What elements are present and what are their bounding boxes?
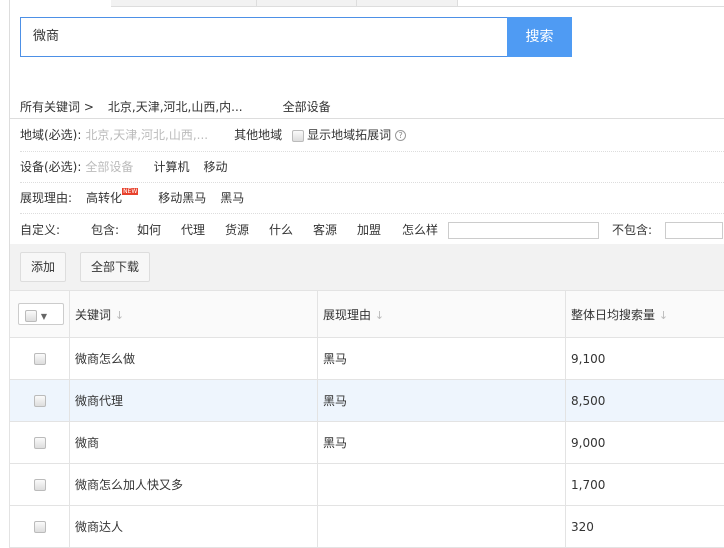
- col-keyword[interactable]: 关键词 ↓: [70, 291, 318, 338]
- filter-label: 设备(必选):: [20, 160, 81, 174]
- divider: [20, 151, 724, 152]
- include-label: 包含:: [91, 220, 119, 240]
- filter-reason: 展现理由: 高转化NEW 移动黑马黑马: [20, 188, 258, 208]
- filter-label: 自定义:: [20, 220, 60, 240]
- add-button[interactable]: 添加: [20, 252, 66, 282]
- breadcrumb: 所有关键词 > 北京,天津,河北,山西,内... 全部设备: [20, 97, 345, 117]
- volume-cell: 1,700: [566, 464, 724, 506]
- expand-region-label: 显示地域拓展词: [307, 128, 391, 142]
- volume-cell: 8,500: [566, 380, 724, 422]
- keyword-table: ▼ 关键词 ↓ 展现理由 ↓ 整体日均搜索量 ↓ 微商怎么做黑马9,100 微商…: [9, 290, 724, 548]
- tab-2[interactable]: [257, 0, 357, 6]
- breadcrumb-device[interactable]: 全部设备: [283, 100, 331, 114]
- reason-cell: 黑马: [318, 338, 566, 380]
- table-row[interactable]: 微商怎么做黑马9,100: [10, 338, 724, 380]
- exclude-label: 不包含:: [612, 220, 652, 240]
- exclude-input[interactable]: [665, 222, 723, 239]
- volume-cell: 9,000: [566, 422, 724, 464]
- device-computer[interactable]: 计算机: [153, 160, 189, 174]
- include-input[interactable]: [448, 222, 599, 239]
- reason-cell: 黑马: [318, 422, 566, 464]
- word-chip[interactable]: 加盟: [357, 220, 381, 240]
- header-label: 整体日均搜索量: [571, 308, 655, 322]
- word-chip[interactable]: 怎么样: [402, 220, 438, 240]
- filter-label: 展现理由:: [20, 191, 72, 205]
- row-checkbox[interactable]: [34, 353, 46, 365]
- keyword-cell: 微商代理: [70, 380, 318, 422]
- row-checkbox[interactable]: [34, 437, 46, 449]
- row-checkbox[interactable]: [34, 521, 46, 533]
- table-row[interactable]: 微商代理黑马8,500: [10, 380, 724, 422]
- reason-cell: 黑马: [318, 380, 566, 422]
- checkbox[interactable]: [25, 310, 37, 322]
- col-volume[interactable]: 整体日均搜索量 ↓: [566, 291, 724, 338]
- search-button[interactable]: 搜索: [507, 17, 572, 57]
- tab-bar: [111, 0, 724, 7]
- table-header: ▼ 关键词 ↓ 展现理由 ↓ 整体日均搜索量 ↓: [10, 291, 724, 338]
- word-chip[interactable]: 货源: [225, 220, 249, 240]
- filter-custom: 自定义: 包含: 如何 代理 货源 什么 客源 加盟 怎么样 不包含:: [0, 220, 724, 240]
- table-row[interactable]: 微商怎么加人快又多 1,700: [10, 464, 724, 506]
- reason-high-conversion[interactable]: 高转化NEW: [86, 191, 138, 205]
- word-chip[interactable]: 客源: [313, 220, 337, 240]
- select-all[interactable]: ▼: [10, 291, 70, 338]
- expand-region-checkbox[interactable]: [292, 130, 304, 142]
- help-icon[interactable]: ?: [395, 130, 406, 141]
- col-reason[interactable]: 展现理由 ↓: [318, 291, 566, 338]
- keyword-cell: 微商怎么加人快又多: [70, 464, 318, 506]
- download-all-button[interactable]: 全部下载: [80, 252, 150, 282]
- word-chip[interactable]: 代理: [181, 220, 205, 240]
- divider: [20, 182, 724, 183]
- row-checkbox[interactable]: [34, 479, 46, 491]
- divider: [10, 118, 724, 119]
- region-selected[interactable]: 北京,天津,河北,山西,...: [85, 128, 208, 142]
- other-region[interactable]: 其他地域: [234, 128, 282, 142]
- device-all[interactable]: 全部设备: [85, 160, 133, 174]
- table-row[interactable]: 微商黑马9,000: [10, 422, 724, 464]
- filter-device: 设备(必选): 全部设备 计算机移动: [20, 157, 241, 177]
- keyword-cell: 微商: [70, 422, 318, 464]
- reason-label: 高转化: [86, 191, 122, 205]
- caret-down-icon: ▼: [41, 312, 47, 321]
- select-all-dropdown[interactable]: ▼: [18, 303, 64, 325]
- divider: [20, 213, 724, 214]
- word-chip[interactable]: 如何: [137, 220, 161, 240]
- breadcrumb-region[interactable]: 北京,天津,河北,山西,内...: [108, 100, 243, 114]
- tab-3[interactable]: [357, 0, 458, 6]
- header-label: 关键词: [75, 308, 111, 322]
- row-checkbox[interactable]: [34, 395, 46, 407]
- device-mobile[interactable]: 移动: [203, 160, 227, 174]
- reason-cell: [318, 464, 566, 506]
- filter-region: 地域(必选): 北京,天津,河北,山西,... 其他地域 显示地域拓展词?: [20, 125, 420, 145]
- header-label: 展现理由: [323, 308, 371, 322]
- volume-cell: 9,100: [566, 338, 724, 380]
- word-chip[interactable]: 什么: [269, 220, 293, 240]
- sort-arrow-icon[interactable]: ↓: [659, 309, 668, 322]
- filter-label: 地域(必选):: [20, 128, 81, 142]
- keyword-cell: 微商怎么做: [70, 338, 318, 380]
- search-input[interactable]: 微商: [20, 17, 508, 57]
- reason-mobile-darkhorse[interactable]: 移动黑马: [158, 191, 206, 205]
- reason-darkhorse[interactable]: 黑马: [220, 191, 244, 205]
- new-badge: NEW: [122, 188, 138, 195]
- breadcrumb-root[interactable]: 所有关键词 >: [20, 100, 94, 114]
- sort-arrow-icon[interactable]: ↓: [115, 309, 124, 322]
- tab-1[interactable]: [111, 0, 257, 6]
- sort-arrow-icon[interactable]: ↓: [375, 309, 384, 322]
